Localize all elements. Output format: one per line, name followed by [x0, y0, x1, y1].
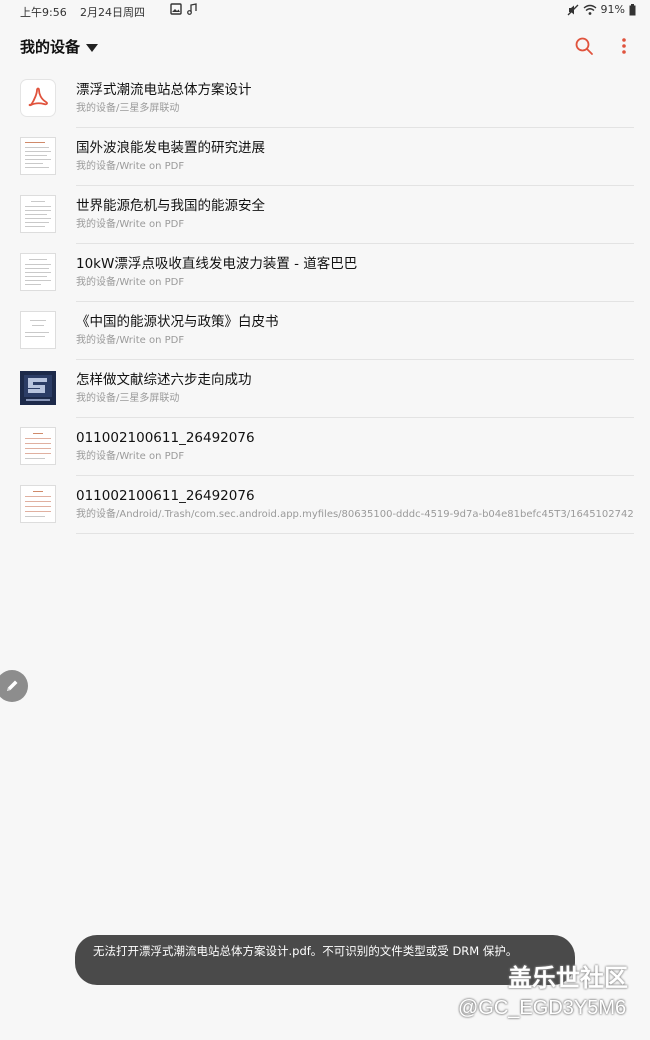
error-toast: 无法打开漂浮式潮流电站总体方案设计.pdf。不可识别的文件类型或受 DRM 保护… [75, 935, 575, 985]
file-name: 011002100611_26492076 [76, 488, 255, 504]
file-thumbnail [20, 427, 56, 465]
file-name: 国外波浪能发电装置的研究进展 [76, 140, 265, 156]
invoice-thumbnail-icon [20, 485, 56, 523]
app-header: 我的设备 [0, 30, 650, 62]
storage-selector[interactable]: 我的设备 [20, 36, 99, 57]
wifi-icon [583, 4, 596, 15]
file-name: 《中国的能源状况与政策》白皮书 [76, 314, 279, 330]
music-note-icon [187, 3, 197, 15]
file-name: 10kW漂浮点吸收直线发电波力装置 - 道客巴巴 [76, 256, 358, 272]
system-icons: 91% [567, 3, 636, 16]
dropdown-arrow-icon [86, 43, 99, 52]
more-options-button[interactable] [612, 34, 636, 58]
file-path: 我的设备/三星多屏联动 [76, 103, 180, 114]
status-date: 2月24日周四 [80, 6, 145, 19]
file-path: 我的设备/Android/.Trash/com.sec.android.app.… [76, 509, 634, 520]
document-thumbnail-icon [20, 311, 56, 349]
file-thumbnail [20, 137, 56, 175]
file-name: 011002100611_26492076 [76, 430, 255, 446]
file-list-item[interactable]: 《中国的能源状况与政策》白皮书 我的设备/Write on PDF [20, 302, 634, 360]
file-list-item[interactable]: 国外波浪能发电装置的研究进展 我的设备/Write on PDF [20, 128, 634, 186]
file-list-item[interactable]: 011002100611_26492076 我的设备/Android/.Tras… [20, 476, 634, 534]
file-list-item[interactable]: 世界能源危机与我国的能源安全 我的设备/Write on PDF [20, 186, 634, 244]
header-actions [572, 34, 636, 58]
file-list-item[interactable]: 10kW漂浮点吸收直线发电波力装置 - 道客巴巴 我的设备/Write on P… [20, 244, 634, 302]
edit-button[interactable] [0, 670, 28, 702]
battery-level: 91% [600, 3, 625, 16]
divider [76, 533, 634, 534]
battery-icon [629, 3, 636, 15]
page-title: 我的设备 [20, 38, 81, 56]
document-thumbnail-icon [20, 253, 56, 291]
toast-message: 无法打开漂浮式潮流电站总体方案设计.pdf。不可识别的文件类型或受 DRM 保护… [93, 944, 518, 958]
file-name: 世界能源危机与我国的能源安全 [76, 198, 265, 214]
search-button[interactable] [572, 34, 596, 58]
pdf-icon [28, 87, 48, 107]
document-thumbnail-icon [20, 195, 56, 233]
file-list-item[interactable]: 怎样做文献综述六步走向成功 我的设备/三星多屏联动 [20, 360, 634, 418]
file-list-item[interactable]: 011002100611_26492076 我的设备/Write on PDF [20, 418, 634, 476]
mute-icon [567, 4, 579, 15]
file-path: 我的设备/Write on PDF [76, 161, 185, 172]
file-thumbnail [20, 253, 56, 291]
invoice-thumbnail-icon [20, 427, 56, 465]
file-path: 我的设备/Write on PDF [76, 219, 185, 230]
watermark-site: 盖乐世社区 [508, 964, 628, 992]
notification-icons [170, 3, 198, 15]
file-thumbnail [20, 370, 56, 406]
file-list: 漂浮式潮流电站总体方案设计 我的设备/三星多屏联动 国外波浪能发电装置的研究进展… [0, 70, 650, 534]
gallery-icon [170, 3, 182, 15]
file-name: 怎样做文献综述六步走向成功 [76, 372, 252, 388]
file-thumbnail [20, 80, 56, 116]
file-thumbnail [20, 485, 56, 523]
document-thumbnail-icon [20, 137, 56, 175]
file-thumbnail [20, 311, 56, 349]
file-path: 我的设备/Write on PDF [76, 277, 185, 288]
more-vert-icon [622, 38, 626, 54]
watermark-user: @GC_EGD3Y5M6 [458, 997, 627, 1019]
search-icon [575, 37, 593, 55]
dark-thumbnail-icon [20, 371, 56, 405]
file-thumbnail [20, 195, 56, 233]
file-path: 我的设备/Write on PDF [76, 451, 185, 462]
status-time: 上午9:56 [20, 6, 67, 19]
file-list-item[interactable]: 漂浮式潮流电站总体方案设计 我的设备/三星多屏联动 [20, 70, 634, 128]
file-path: 我的设备/三星多屏联动 [76, 393, 180, 404]
status-bar: 上午9:56 2月24日周四 91% [0, 0, 650, 22]
pencil-icon [7, 680, 18, 691]
file-path: 我的设备/Write on PDF [76, 335, 185, 346]
file-name: 漂浮式潮流电站总体方案设计 [76, 82, 252, 98]
